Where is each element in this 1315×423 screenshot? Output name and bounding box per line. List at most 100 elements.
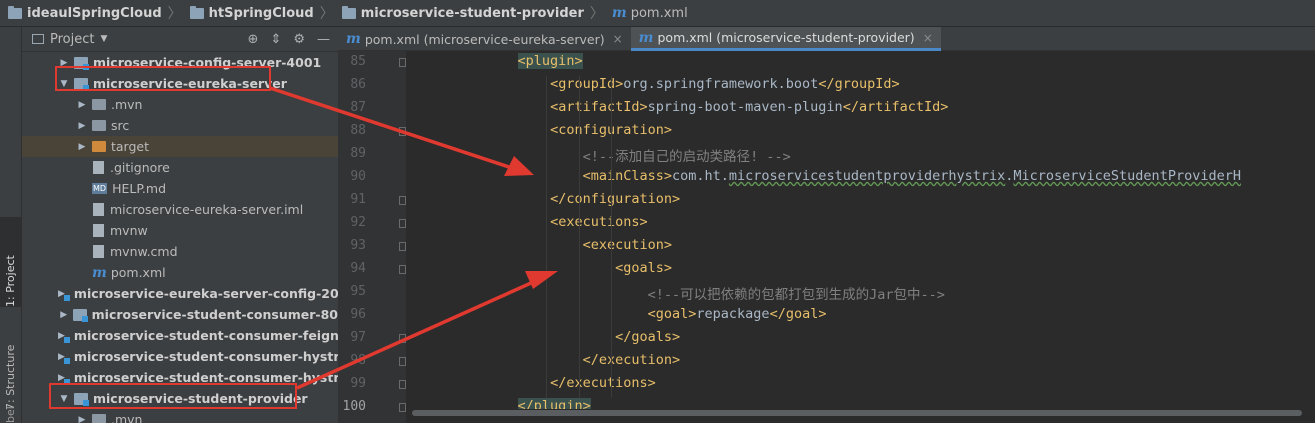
fold-marker-icon[interactable] bbox=[399, 219, 406, 228]
code-token: </groupId> bbox=[818, 76, 900, 92]
project-view-selector[interactable]: Project bbox=[50, 32, 94, 47]
tree-item[interactable]: ▶ microservice-student-consumer-hystrix bbox=[22, 346, 338, 367]
code-line: <goals> bbox=[615, 260, 672, 276]
tree-item-label: HELP.md bbox=[112, 181, 166, 196]
tree-item-label: src bbox=[111, 118, 130, 133]
line-number: 91 bbox=[350, 192, 366, 207]
tree-item[interactable]: ▶ microservice-student-consumer-feign-8 bbox=[22, 325, 338, 346]
fold-marker-icon[interactable] bbox=[399, 380, 406, 389]
collapsed-arrow-icon[interactable]: ▶ bbox=[76, 100, 88, 110]
maven-icon: m bbox=[638, 29, 654, 46]
tree-item-label: .gitignore bbox=[110, 160, 170, 175]
tree-item[interactable]: ▶ src bbox=[22, 115, 338, 136]
tree-item[interactable]: m pom.xml bbox=[22, 262, 338, 283]
breadcrumb-item[interactable]: htSpringCloud 〉 bbox=[182, 0, 334, 27]
tab-project-tool-window[interactable]: 1: Project bbox=[0, 217, 21, 307]
tree-item[interactable]: MD HELP.md bbox=[22, 178, 338, 199]
close-icon[interactable]: × bbox=[613, 32, 623, 46]
code-token: <plugin> bbox=[517, 53, 583, 69]
close-icon[interactable]: × bbox=[923, 31, 933, 45]
fold-marker-icon[interactable] bbox=[399, 242, 406, 251]
locate-file-icon[interactable]: ⊕ bbox=[248, 32, 259, 47]
tree-item[interactable]: mvnw.cmd bbox=[22, 241, 338, 262]
editor-tab[interactable]: m pom.xml (microservice-student-provider)… bbox=[630, 27, 941, 51]
code-line: </execution> bbox=[583, 352, 681, 368]
folder-icon bbox=[92, 120, 106, 131]
collapsed-arrow-icon[interactable]: ▶ bbox=[76, 121, 88, 131]
project-view-icon bbox=[32, 34, 44, 44]
line-number: 92 bbox=[350, 215, 366, 230]
bottom-tab-label: bel bbox=[4, 406, 17, 423]
tree-item-label: mvnw.cmd bbox=[110, 244, 178, 259]
code-token: <mainClass> bbox=[582, 168, 672, 184]
tree-item[interactable]: mvnw bbox=[22, 220, 338, 241]
line-number: 99 bbox=[350, 376, 366, 391]
line-number: 90 bbox=[350, 169, 366, 184]
tab-structure-tool-window[interactable]: 7: Structure bbox=[0, 330, 21, 410]
folder-icon bbox=[8, 5, 22, 19]
code-line: </goals> bbox=[615, 329, 680, 345]
folder-icon bbox=[341, 5, 356, 19]
tree-item[interactable]: ▶ target bbox=[22, 136, 338, 157]
breadcrumb-item[interactable]: ideaulSpringCloud 〉 bbox=[0, 0, 182, 27]
code-token: </goals> bbox=[615, 329, 681, 345]
line-number: 97 bbox=[350, 330, 366, 345]
code-token: </executions> bbox=[550, 375, 656, 391]
fold-marker-icon[interactable] bbox=[399, 403, 406, 412]
fold-marker-icon[interactable] bbox=[399, 265, 406, 274]
editor: m pom.xml (microservice-eureka-server) × m p… bbox=[338, 27, 1315, 423]
code-token: <execution> bbox=[582, 237, 672, 253]
tool-window-strip: 1: Project 7: Structure bel bbox=[0, 27, 22, 423]
code-token: <!--可以把依赖的包都打包到生成的Jar包中--> bbox=[647, 287, 945, 303]
tree-item[interactable]: ▶ .mvn bbox=[22, 94, 338, 115]
tree-item-label: pom.xml bbox=[110, 265, 166, 280]
code-token: <groupId> bbox=[550, 76, 624, 92]
code-line: <goal>repackage</goal> bbox=[648, 306, 827, 322]
line-number: 95 bbox=[350, 284, 366, 299]
folder-icon bbox=[92, 414, 106, 423]
maven-icon: m bbox=[92, 264, 107, 281]
tree-item[interactable]: microservice-eureka-server.iml bbox=[22, 199, 338, 220]
tab-bottom-tool-window[interactable]: bel bbox=[0, 406, 21, 423]
editor-tab-bar: m pom.xml (microservice-eureka-server) × m p… bbox=[338, 27, 1315, 51]
editor-tab-label: pom.xml (microservice-student-provider) bbox=[657, 30, 915, 45]
fold-marker-icon[interactable] bbox=[399, 127, 406, 136]
code-line: <executions> bbox=[550, 214, 648, 230]
collapsed-arrow-icon[interactable]: ▶ bbox=[58, 310, 69, 320]
editor-tab[interactable]: m pom.xml (microservice-eureka-server) × bbox=[338, 27, 631, 51]
fold-marker-icon[interactable] bbox=[399, 357, 406, 366]
tree-item[interactable]: ▶ microservice-eureka-server-config-2004 bbox=[22, 283, 338, 304]
code-token: <goal> bbox=[647, 306, 697, 322]
code-token: </goal> bbox=[769, 306, 827, 322]
tree-item-label: microservice-eureka-server-config-2004 bbox=[73, 286, 338, 301]
project-tab-label: 1: Project bbox=[4, 255, 17, 307]
gear-icon[interactable]: ⚙ bbox=[293, 32, 305, 47]
collapsed-arrow-icon[interactable]: ▶ bbox=[76, 415, 88, 423]
fold-marker-icon[interactable] bbox=[399, 196, 406, 205]
editor-tab-label: pom.xml (microservice-eureka-server) bbox=[364, 31, 605, 47]
annotation-box-eureka-server bbox=[55, 66, 271, 91]
horizontal-scrollbar-thumb[interactable] bbox=[412, 410, 1302, 416]
horizontal-scrollbar[interactable] bbox=[412, 409, 1315, 417]
code-token: </artifactId> bbox=[842, 99, 949, 115]
tree-item-label: microservice-student-consumer-hystrix bbox=[73, 349, 338, 364]
fold-marker-icon[interactable] bbox=[399, 334, 406, 343]
breadcrumb-separator-icon: 〉 bbox=[167, 6, 182, 22]
line-number: 88 bbox=[350, 123, 366, 138]
code-line: <groupId>org.springframework.boot</group… bbox=[550, 76, 900, 92]
indent-guide bbox=[578, 76, 580, 398]
code-token: spring-boot-maven-plugin bbox=[647, 99, 843, 115]
tree-item[interactable]: .gitignore bbox=[22, 157, 338, 178]
chevron-down-icon[interactable]: ▼ bbox=[100, 34, 107, 44]
tree-item[interactable]: ▶ .mvn bbox=[22, 409, 338, 423]
tree-item[interactable]: ▶ microservice-student-consumer-80 bbox=[22, 304, 338, 325]
code-line: <!--添加自己的启动类路径! --> bbox=[583, 145, 791, 165]
breadcrumb-label: pom.xml bbox=[630, 5, 688, 21]
collapse-all-icon[interactable]: ⇕ bbox=[270, 32, 281, 47]
collapsed-arrow-icon[interactable]: ▶ bbox=[76, 142, 88, 152]
breadcrumb-item[interactable]: microservice-student-provider 〉 bbox=[334, 0, 604, 27]
breadcrumb-separator-icon: 〉 bbox=[319, 6, 334, 22]
hide-panel-icon[interactable]: — bbox=[317, 32, 330, 47]
breadcrumb-item[interactable]: m pom.xml bbox=[604, 0, 688, 27]
fold-marker-icon[interactable] bbox=[399, 58, 406, 67]
